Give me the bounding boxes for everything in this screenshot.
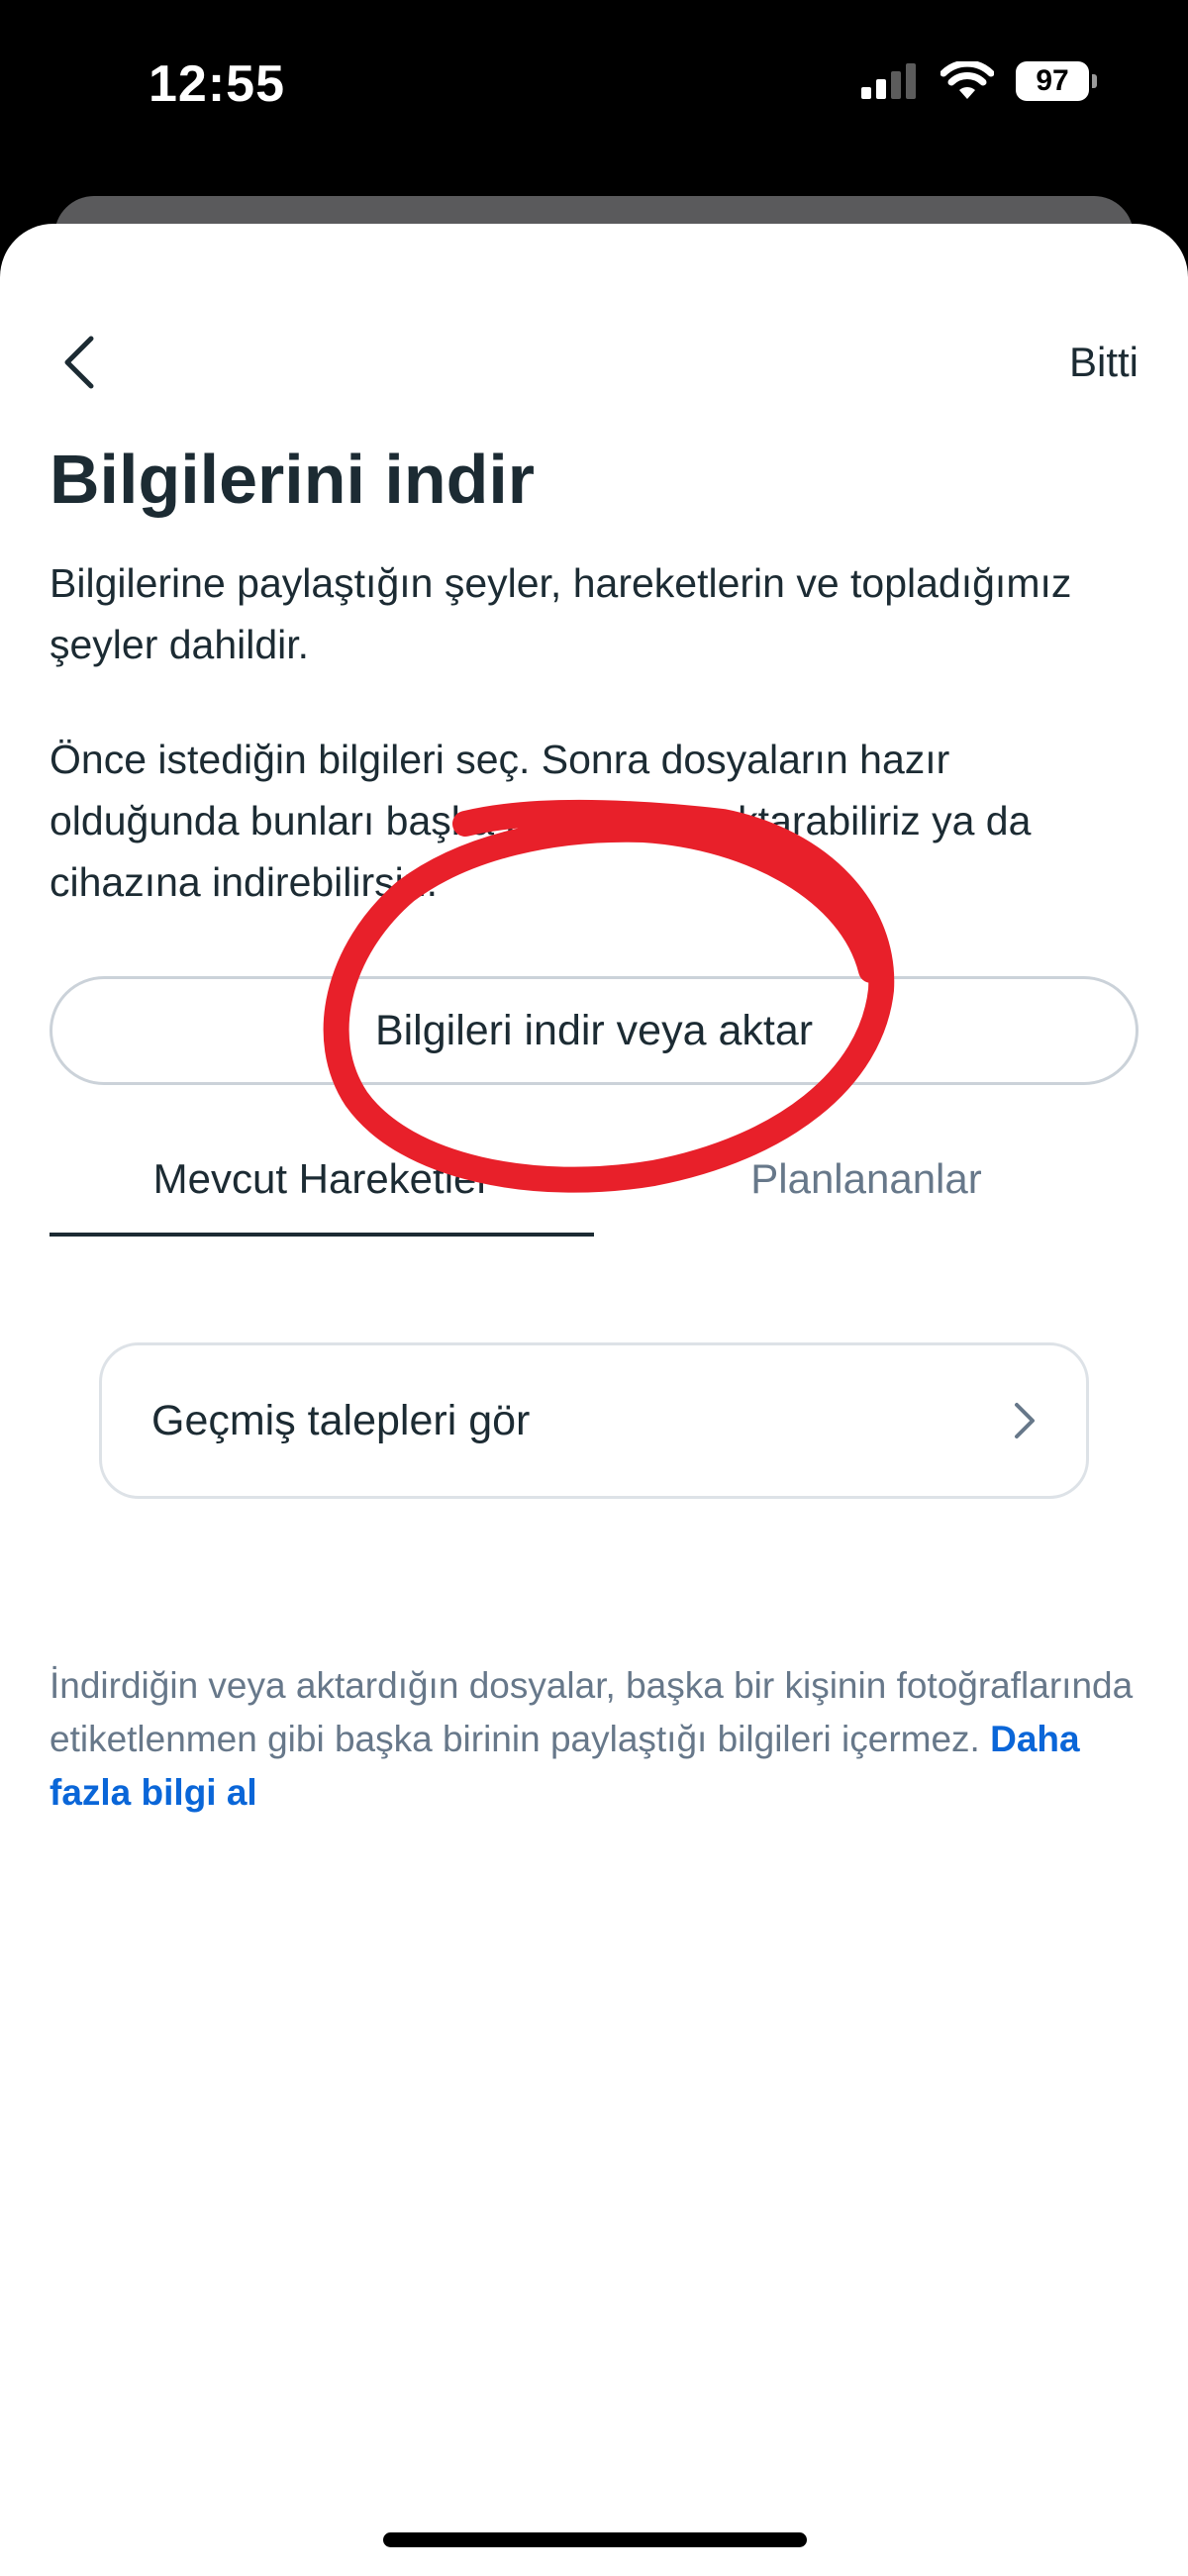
description-steps: Önce istediğin bilgileri seç. Sonra dosy… [50,737,1032,905]
home-indicator [383,2532,807,2547]
status-bar: 12:55 97 [0,0,1188,178]
battery-level: 97 [1036,64,1069,97]
footer-note-text: İndirdiğin veya aktardığın dosyalar, baş… [50,1665,1134,1759]
download-info-sheet: Bitti Bilgilerini indir Bilgilerine payl… [0,224,1188,2576]
footer-note: İndirdiğin veya aktardığın dosyalar, baş… [50,1659,1138,1820]
tab-scheduled[interactable]: Planlananlar [594,1125,1138,1234]
wifi-icon [940,61,994,99]
back-button[interactable] [50,323,109,402]
chevron-left-icon [64,336,94,389]
signal-icon [861,63,916,99]
view-past-requests-button[interactable]: Geçmiş talepleri gör [99,1342,1089,1499]
status-time: 12:55 [148,55,285,113]
tab-current-activity[interactable]: Mevcut Hareketler [50,1125,594,1234]
done-button[interactable]: Bitti [1069,323,1138,402]
download-or-transfer-button[interactable]: Bilgileri indir veya aktar [50,976,1138,1085]
description-intro: Bilgilerine paylaştığın şeyler, hareketl… [50,560,1072,667]
phone-screen: 12:55 97 Bitti Bilgilerini indir Bilgile… [0,0,1188,2576]
tab-bar: Mevcut Hareketler Planlananlar [50,1125,1138,1239]
status-icons: 97 [861,61,1097,101]
chevron-right-icon [1015,1403,1035,1438]
battery-icon: 97 [1016,61,1097,101]
page-title: Bilgilerini indir [50,441,536,518]
active-tab-indicator [50,1233,594,1237]
past-requests-label: Geçmiş talepleri gör [151,1396,531,1444]
